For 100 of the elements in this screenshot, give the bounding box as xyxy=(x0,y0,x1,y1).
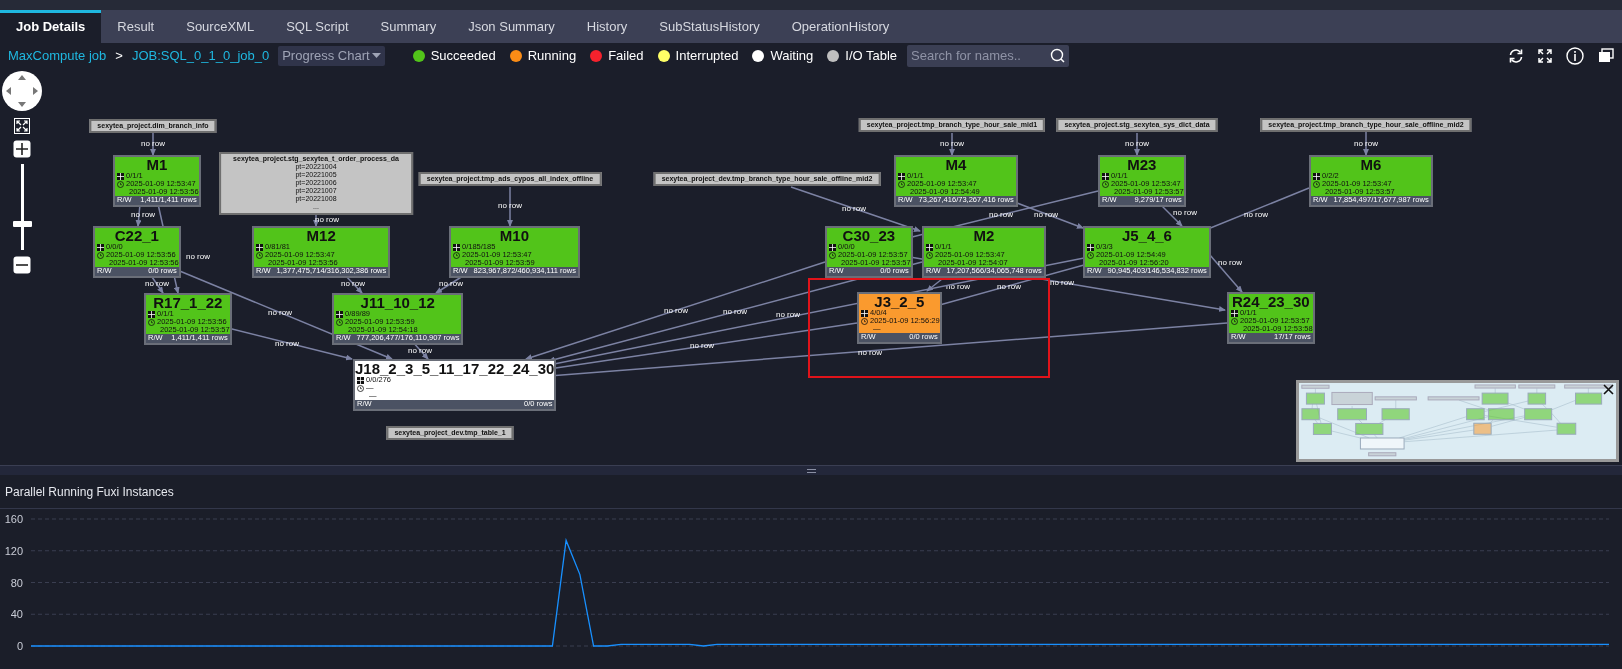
edge-label: no row xyxy=(1173,208,1197,217)
clock-icon xyxy=(926,251,933,259)
edge-label: no row xyxy=(341,279,365,288)
edge-label: no row xyxy=(1034,210,1058,219)
search-icon xyxy=(1050,47,1066,63)
refresh-icon[interactable] xyxy=(1508,47,1524,64)
y-tick-label: 0 xyxy=(16,640,23,652)
edge-label: no row xyxy=(997,282,1021,291)
instances-icon xyxy=(1231,309,1238,317)
edge-label: no row xyxy=(1354,139,1378,148)
task-title: M1 xyxy=(145,157,169,172)
task-title: C22_1 xyxy=(113,228,160,243)
instances-icon xyxy=(1102,172,1109,180)
task-title: R17_1_22 xyxy=(152,295,224,310)
close-icon[interactable] xyxy=(1603,384,1614,395)
slider-thumb[interactable] xyxy=(12,221,32,228)
legend-label: Succeeded xyxy=(430,48,496,63)
task-title: R24_23_30 xyxy=(1231,294,1311,309)
instances-icon xyxy=(829,243,836,251)
zoom-out-icon[interactable] xyxy=(13,256,31,274)
task-title: M6 xyxy=(1359,157,1383,172)
edge-label: no row xyxy=(723,307,747,316)
edge-label: no row xyxy=(131,210,155,219)
tab[interactable]: Json Summary xyxy=(452,10,571,43)
edge-label: no row xyxy=(776,310,800,319)
legend-label: Waiting xyxy=(770,48,814,63)
task-title: M2 xyxy=(972,228,996,243)
task-title: J11_10_12 xyxy=(359,295,436,310)
tab[interactable]: Job Details xyxy=(0,10,102,43)
fit-view-icon[interactable] xyxy=(14,118,30,134)
edge-label: no row xyxy=(1050,278,1074,287)
instances-icon xyxy=(97,243,104,251)
instances-icon xyxy=(117,172,124,180)
panel-title: Parallel Running Fuxi Instances xyxy=(5,484,174,499)
edge-label: no row xyxy=(439,279,463,288)
tab[interactable]: SQL Script xyxy=(270,10,365,43)
tab[interactable]: OperationHistory xyxy=(775,10,906,43)
task-title: M12 xyxy=(305,228,337,243)
edge-label: no row xyxy=(690,341,714,350)
tab[interactable]: SourceXML xyxy=(170,10,271,43)
zoom-in-icon[interactable] xyxy=(13,140,31,158)
edge-label: no row xyxy=(498,201,522,210)
task-title: M10 xyxy=(498,228,531,243)
clock-icon xyxy=(1087,251,1094,259)
legend-label: Running xyxy=(527,48,577,63)
breadcrumb-link[interactable]: MaxCompute job xyxy=(8,48,107,63)
edge-label: no row xyxy=(141,139,165,148)
y-tick-label: 40 xyxy=(10,608,23,621)
view-dropdown[interactable]: Progress Chart xyxy=(278,45,385,66)
pan-control-icon[interactable] xyxy=(1,70,43,112)
task-title: M23 xyxy=(1126,157,1158,172)
clock-icon xyxy=(336,318,343,326)
edge-label: no row xyxy=(275,339,299,348)
instances-icon xyxy=(861,309,868,317)
breadcrumb-separator: > xyxy=(115,48,123,63)
edge-label: no row xyxy=(664,306,688,315)
clock-icon xyxy=(357,384,364,392)
edge-label: no row xyxy=(268,308,292,317)
clock-icon xyxy=(1231,317,1238,325)
instances-icon xyxy=(357,376,364,384)
clock-icon xyxy=(829,251,836,259)
instances-icon xyxy=(148,310,155,318)
task-title: J3_2_5 xyxy=(873,294,926,309)
fullscreen-icon[interactable] xyxy=(1538,48,1552,63)
edge-label: no row xyxy=(186,252,210,261)
edge-label: no row xyxy=(858,348,882,357)
instances-icon xyxy=(898,172,905,180)
instances-icon xyxy=(336,310,343,318)
edge-label: no row xyxy=(1218,258,1242,267)
window-icon[interactable] xyxy=(1598,48,1614,63)
clock-icon xyxy=(1313,180,1320,188)
tab[interactable]: Summary xyxy=(364,10,453,43)
y-tick-label: 120 xyxy=(4,544,23,557)
clock-icon xyxy=(453,251,460,259)
tab[interactable]: Result xyxy=(101,10,171,43)
clock-icon xyxy=(861,317,868,325)
y-tick-label: 80 xyxy=(10,576,23,589)
edge-label: no row xyxy=(408,346,432,355)
instances-icon xyxy=(1313,172,1320,180)
breadcrumb-link[interactable]: JOB:SQL_0_1_0_job_0 xyxy=(131,48,270,63)
drag-handle-icon[interactable] xyxy=(806,468,816,473)
edge-label: no row xyxy=(842,204,866,213)
info-icon[interactable] xyxy=(1566,46,1584,65)
task-title: J18_2_3_5_11_17_22_24_30 xyxy=(355,361,555,376)
legend-label: Failed xyxy=(608,48,644,63)
edge-label: no row xyxy=(1244,210,1268,219)
edge-label: no row xyxy=(145,279,169,288)
instances-icon xyxy=(453,243,460,251)
search-field[interactable]: Search for names.. xyxy=(907,44,1070,67)
instances-icon xyxy=(256,243,263,251)
instances-icon xyxy=(926,243,933,251)
clock-icon xyxy=(1102,180,1109,188)
task-title: M4 xyxy=(944,157,968,172)
tab[interactable]: SubStatusHistory xyxy=(643,10,776,43)
clock-icon xyxy=(117,180,124,188)
clock-icon xyxy=(148,318,155,326)
clock-icon xyxy=(97,251,104,259)
edge-label: no row xyxy=(315,215,339,224)
edge-arrow xyxy=(1160,204,1183,227)
tab[interactable]: History xyxy=(570,10,644,43)
